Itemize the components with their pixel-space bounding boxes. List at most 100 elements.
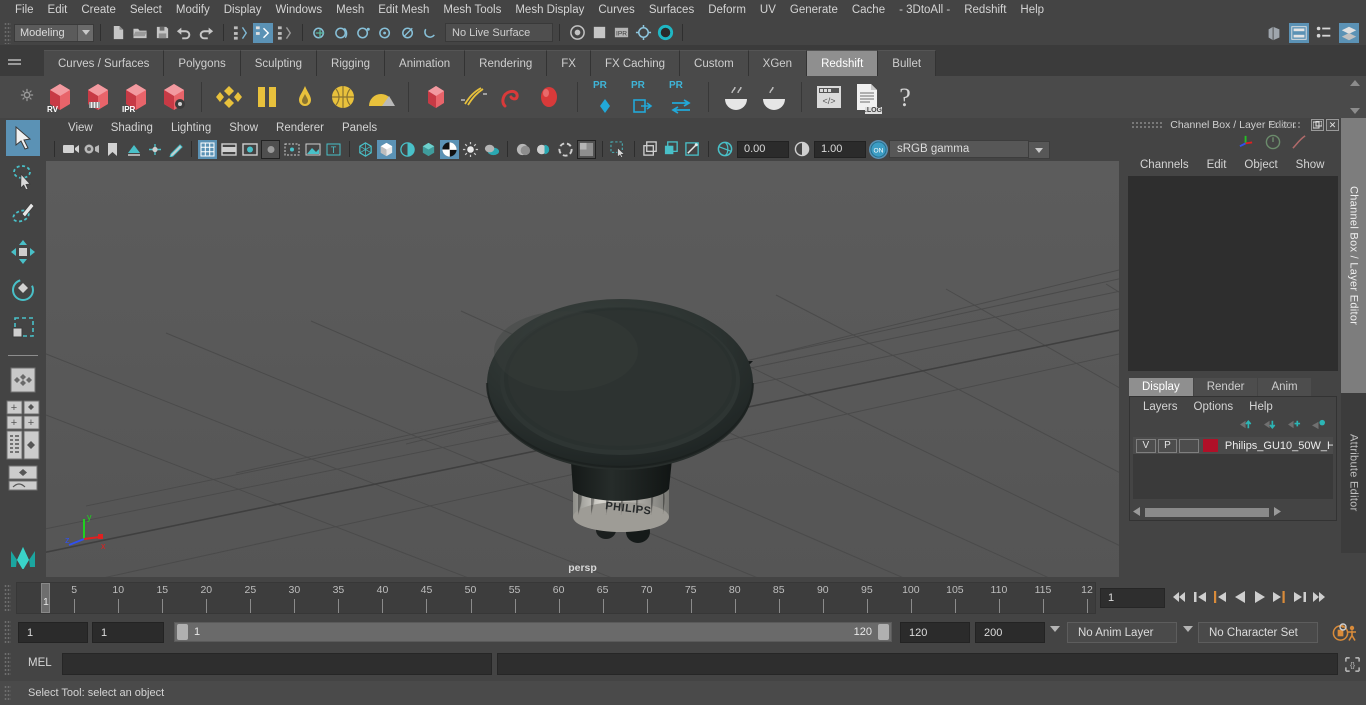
layer-row[interactable]: V P Philips_GU10_50W_Ha bbox=[1133, 437, 1333, 454]
undock-panel-icon[interactable] bbox=[1311, 119, 1324, 131]
layer-tab-display[interactable]: Display bbox=[1129, 378, 1193, 396]
command-line-grip[interactable] bbox=[4, 652, 11, 677]
menu-redshift[interactable]: Redshift bbox=[957, 2, 1013, 18]
layer-tab-render[interactable]: Render bbox=[1193, 378, 1258, 396]
select-by-component-type-icon[interactable] bbox=[275, 23, 295, 43]
play-backwards-icon[interactable] bbox=[1232, 588, 1247, 606]
redshift-proxy-icon[interactable] bbox=[418, 78, 454, 116]
scroll-left-icon[interactable] bbox=[1133, 506, 1141, 519]
axis-gizmo-icon[interactable] bbox=[1238, 134, 1255, 152]
resolution-gate-icon[interactable] bbox=[240, 140, 259, 159]
layer-name[interactable]: Philips_GU10_50W_Ha bbox=[1225, 440, 1333, 452]
viewport-menu-shading[interactable]: Shading bbox=[102, 120, 162, 136]
show-hide-attribute-editor-icon[interactable] bbox=[1289, 23, 1309, 43]
menu-generate[interactable]: Generate bbox=[783, 2, 845, 18]
gamma-control-icon[interactable] bbox=[792, 140, 811, 159]
layer-shading-toggle[interactable] bbox=[1179, 438, 1200, 453]
shelf-options-gear-icon[interactable] bbox=[20, 88, 34, 105]
redo-icon[interactable] bbox=[196, 23, 216, 43]
viewport-3d[interactable]: PHILIPS y z x persp bbox=[46, 161, 1119, 577]
chevron-down-icon[interactable] bbox=[1028, 141, 1050, 159]
channel-box-menu-object[interactable]: Object bbox=[1235, 157, 1286, 173]
shelf-tab-fx-caching[interactable]: FX Caching bbox=[590, 50, 681, 76]
layout-outliner-persp-icon[interactable] bbox=[6, 430, 40, 460]
time-slider-grip[interactable] bbox=[4, 584, 11, 612]
wireframe-shading-icon[interactable] bbox=[356, 140, 375, 159]
move-tool-icon[interactable] bbox=[6, 234, 40, 270]
move-layer-up-icon[interactable] bbox=[1239, 418, 1254, 434]
scale-tool-icon[interactable] bbox=[6, 310, 40, 346]
range-handle-left[interactable] bbox=[177, 624, 188, 640]
menu-display[interactable]: Display bbox=[217, 2, 269, 18]
menu-create[interactable]: Create bbox=[74, 2, 123, 18]
playback-start-time-field[interactable]: 1 bbox=[92, 622, 164, 643]
redshift-environment-icon[interactable] bbox=[363, 78, 399, 116]
channel-box-menu-edit[interactable]: Edit bbox=[1198, 157, 1236, 173]
menu-cache[interactable]: Cache bbox=[845, 2, 892, 18]
redshift-sphere-icon[interactable] bbox=[532, 78, 568, 116]
snap-to-curve-icon[interactable] bbox=[332, 23, 352, 43]
shelf-tab-fx[interactable]: FX bbox=[547, 50, 591, 76]
redshift-material-icon[interactable] bbox=[211, 78, 247, 116]
script-editor-icon[interactable]: {} bbox=[1342, 654, 1362, 674]
menu-3dtoall[interactable]: - 3DtoAll - bbox=[892, 2, 957, 18]
snap-to-view-plane-icon[interactable] bbox=[398, 23, 418, 43]
channel-box-menu-channels[interactable]: Channels bbox=[1131, 157, 1198, 173]
textured-icon[interactable] bbox=[419, 140, 438, 159]
isolate-select-icon[interactable] bbox=[609, 140, 628, 159]
shelf-tab-animation[interactable]: Animation bbox=[385, 50, 466, 76]
redshift-render-settings-icon[interactable] bbox=[156, 78, 192, 116]
layer-menu-layers[interactable]: Layers bbox=[1135, 399, 1186, 415]
layer-list-scrollbar[interactable] bbox=[1133, 506, 1333, 519]
new-layer-from-selection-icon[interactable] bbox=[1311, 418, 1326, 434]
current-frame-field[interactable]: 1 bbox=[1100, 588, 1165, 608]
range-slider-bar[interactable]: 1 120 bbox=[174, 622, 892, 642]
ambient-occlusion-icon[interactable] bbox=[514, 140, 533, 159]
two-d-pan-zoom-icon[interactable] bbox=[145, 140, 164, 159]
redshift-script-icon[interactable]: </> bbox=[811, 78, 847, 116]
menu-mesh-display[interactable]: Mesh Display bbox=[508, 2, 591, 18]
redshift-bump-icon[interactable] bbox=[249, 78, 285, 116]
playback-end-time-field[interactable]: 120 bbox=[900, 622, 970, 643]
layout-four-pane-icon[interactable]: + + + bbox=[6, 400, 40, 430]
layout-single-pane-icon[interactable] bbox=[6, 362, 40, 398]
menu-mesh-tools[interactable]: Mesh Tools bbox=[436, 2, 508, 18]
viewport-menu-panels[interactable]: Panels bbox=[333, 120, 386, 136]
bookmark-icon[interactable] bbox=[103, 140, 122, 159]
lighting-toggle-icon[interactable] bbox=[461, 140, 480, 159]
gamma-field[interactable]: 1.00 bbox=[814, 140, 866, 158]
camera-attributes-icon[interactable] bbox=[82, 140, 101, 159]
anim-layer-selector[interactable]: No Anim Layer bbox=[1067, 622, 1177, 643]
redshift-pr-export-icon[interactable]: PR bbox=[625, 78, 661, 116]
show-hide-modeling-toolkit-icon[interactable] bbox=[1264, 23, 1284, 43]
shelf-tab-curves-surfaces[interactable]: Curves / Surfaces bbox=[44, 50, 165, 76]
exposure-icon[interactable] bbox=[303, 140, 322, 159]
menu-help[interactable]: Help bbox=[1013, 2, 1051, 18]
make-live-icon[interactable] bbox=[420, 23, 440, 43]
channel-box-menu-show[interactable]: Show bbox=[1287, 157, 1334, 173]
redshift-fog-icon[interactable] bbox=[287, 78, 323, 116]
viewport-menu-renderer[interactable]: Renderer bbox=[267, 120, 333, 136]
exposure-control-icon[interactable] bbox=[715, 140, 734, 159]
menu-file[interactable]: File bbox=[8, 2, 41, 18]
go-to-end-icon[interactable] bbox=[1312, 588, 1327, 606]
shelf-tab-xgen[interactable]: XGen bbox=[748, 50, 808, 76]
snap-to-point-icon[interactable] bbox=[354, 23, 374, 43]
vtab-attribute-editor[interactable]: Attribute Editor bbox=[1341, 393, 1366, 553]
grid-toggle-icon[interactable] bbox=[198, 139, 217, 159]
select-by-object-type-icon[interactable] bbox=[253, 22, 273, 43]
menu-edit[interactable]: Edit bbox=[41, 2, 75, 18]
render-settings-icon[interactable] bbox=[633, 23, 653, 43]
depth-of-field-icon[interactable] bbox=[577, 139, 596, 159]
shelf-tab-polygons[interactable]: Polygons bbox=[164, 50, 241, 76]
redshift-ipr-icon[interactable]: IPR bbox=[118, 78, 154, 116]
redshift-bake-set-icon[interactable] bbox=[756, 78, 792, 116]
panel-drag-dots-left[interactable] bbox=[1131, 121, 1163, 129]
grease-pencil-icon[interactable] bbox=[166, 140, 185, 159]
menu-curves[interactable]: Curves bbox=[591, 2, 641, 18]
animation-start-time-field[interactable]: 1 bbox=[18, 622, 88, 643]
image-plane-icon[interactable] bbox=[124, 140, 143, 159]
xray-icon[interactable] bbox=[641, 140, 660, 159]
animation-end-time-field[interactable]: 200 bbox=[975, 622, 1045, 643]
color-profile-selector[interactable]: sRGB gamma bbox=[889, 140, 1050, 159]
